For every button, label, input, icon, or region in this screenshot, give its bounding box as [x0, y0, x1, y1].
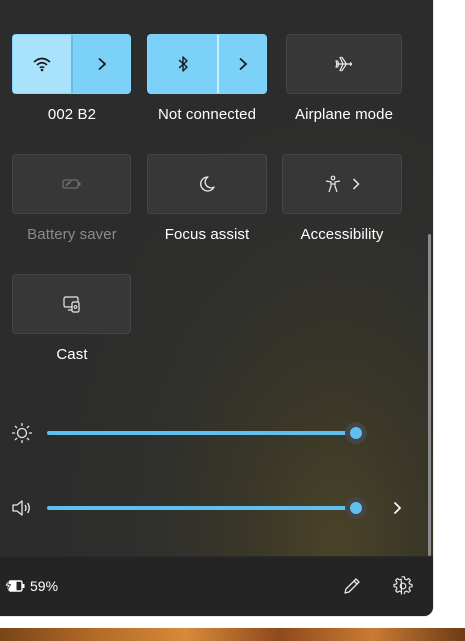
- focus-assist-tile[interactable]: [147, 154, 267, 214]
- quick-settings-panel: 002 B2 Not connected Airplane mode Batte…: [0, 0, 433, 616]
- wifi-icon: [32, 56, 52, 72]
- cast-tile[interactable]: [12, 274, 131, 334]
- airplane-mode-tile[interactable]: [286, 34, 402, 94]
- cast-label: Cast: [56, 346, 88, 363]
- chevron-right-icon: [97, 57, 107, 71]
- quick-settings-footer: 59%: [0, 556, 433, 616]
- airplane-icon: [334, 55, 354, 73]
- accessibility-label: Accessibility: [300, 226, 384, 243]
- chevron-right-icon: [352, 178, 360, 190]
- brightness-icon: [10, 421, 34, 445]
- brightness-slider-fill: [47, 431, 356, 435]
- bluetooth-toggle-button[interactable]: [148, 35, 217, 93]
- volume-output-arrow-button[interactable]: [386, 496, 408, 520]
- pencil-icon[interactable]: [340, 574, 364, 598]
- gear-icon[interactable]: [391, 574, 415, 598]
- volume-slider[interactable]: [47, 497, 369, 519]
- bluetooth-tile: [147, 34, 267, 94]
- cast-icon: [62, 295, 82, 313]
- wifi-arrow-button[interactable]: [72, 35, 131, 93]
- accessibility-tile[interactable]: [282, 154, 402, 214]
- battery-saver-tile[interactable]: [12, 154, 131, 214]
- brightness-slider[interactable]: [47, 422, 369, 444]
- focus-assist-label: Focus assist: [164, 226, 250, 243]
- battery-saver-icon: [61, 177, 83, 191]
- volume-slider-fill: [47, 506, 356, 510]
- volume-slider-thumb[interactable]: [345, 497, 367, 519]
- airplane-mode-label: Airplane mode: [294, 106, 394, 123]
- brightness-slider-thumb[interactable]: [345, 422, 367, 444]
- moon-icon: [198, 175, 216, 193]
- bluetooth-icon: [177, 55, 189, 73]
- panel-scrollbar[interactable]: [428, 234, 431, 556]
- desktop-wallpaper: [0, 628, 465, 641]
- chevron-right-icon: [238, 57, 248, 71]
- chevron-right-icon: [393, 501, 402, 515]
- bluetooth-arrow-button[interactable]: [219, 35, 266, 93]
- battery-percentage[interactable]: 59%: [30, 578, 58, 594]
- battery-saver-label: Battery saver: [27, 226, 117, 243]
- accessibility-icon: [324, 175, 342, 193]
- wifi-label: 002 B2: [47, 106, 97, 123]
- wifi-tile: [12, 34, 131, 94]
- bluetooth-label: Not connected: [157, 106, 257, 123]
- battery-charging-icon: [4, 576, 26, 596]
- speaker-icon[interactable]: [10, 496, 34, 520]
- wifi-toggle-button[interactable]: [13, 35, 72, 93]
